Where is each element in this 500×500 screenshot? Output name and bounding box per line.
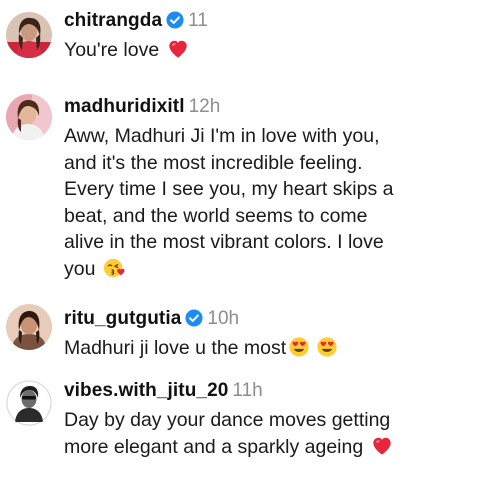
timestamp: 11h — [232, 380, 263, 401]
smiling-face-heart-eyes-icon — [316, 336, 338, 358]
username[interactable]: madhuridixitl — [64, 96, 185, 117]
username[interactable]: vibes.with_jitu_20 — [64, 380, 228, 401]
comment-header: chitrangda 11 — [64, 8, 488, 34]
timestamp: 11 — [188, 10, 208, 31]
red-heart-icon — [167, 38, 189, 60]
avatar[interactable] — [6, 94, 52, 140]
timestamp: 10h — [207, 308, 240, 329]
username[interactable]: ritu_gutgutia — [64, 308, 181, 329]
face-blowing-kiss-icon — [103, 257, 125, 279]
smiling-face-heart-eyes-icon — [288, 336, 310, 358]
red-heart-icon — [371, 435, 393, 457]
comment-list: chitrangda 11 You're love madhuridixitl 12… — [0, 0, 500, 500]
avatar[interactable] — [6, 304, 52, 350]
avatar[interactable] — [6, 12, 52, 58]
comment-text: Madhuri ji love u the most — [64, 335, 488, 362]
comment-text-body: Madhuri ji love u the most — [64, 337, 287, 359]
avatar[interactable] — [6, 380, 52, 426]
comment-text-body: Day by day your dance moves getting more… — [64, 409, 391, 458]
username[interactable]: chitrangda — [64, 10, 162, 31]
comment-header: ritu_gutgutia 10h — [64, 306, 488, 332]
comment-text: You're love — [64, 37, 488, 64]
verified-badge-icon — [185, 309, 203, 327]
comment-text: Aww, Madhuri Ji I'm in love with you, an… — [64, 123, 394, 282]
verified-badge-icon — [166, 11, 184, 29]
comment-text-body: You're love — [64, 39, 160, 61]
comment-text: Day by day your dance moves getting more… — [64, 407, 394, 460]
comment-header: madhuridixitl 12h — [64, 94, 488, 120]
timestamp: 12h — [188, 96, 221, 117]
comment-header: vibes.with_jitu_20 11h — [64, 378, 488, 404]
